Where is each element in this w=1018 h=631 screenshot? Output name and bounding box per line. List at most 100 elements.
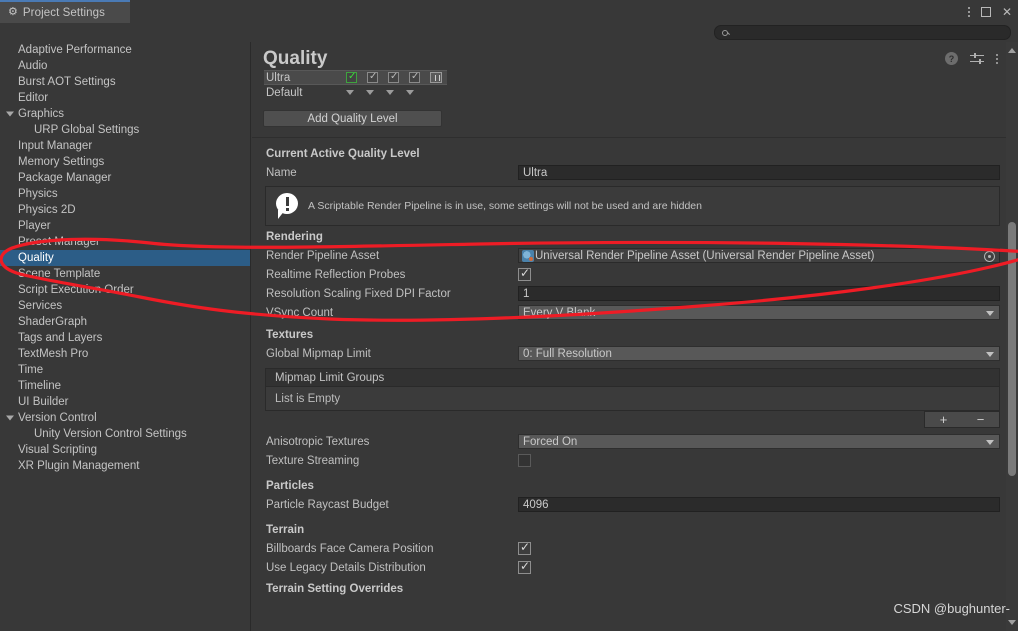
sidebar-item-version-control[interactable]: Version Control: [0, 410, 250, 426]
anisotropic-textures-dropdown[interactable]: Forced On: [518, 434, 1000, 449]
sidebar-item-quality[interactable]: Quality: [0, 250, 250, 266]
close-icon[interactable]: ✕: [1002, 6, 1012, 18]
sidebar-item-burst-aot-settings[interactable]: Burst AOT Settings: [0, 74, 250, 90]
resolution-scaling-input[interactable]: 1: [518, 286, 1000, 301]
page-title: Quality: [263, 48, 328, 69]
textures-section-header: Textures: [266, 329, 314, 341]
sidebar-item-adaptive-performance[interactable]: Adaptive Performance: [0, 42, 250, 58]
sidebar-item-textmesh-pro[interactable]: TextMesh Pro: [0, 346, 250, 362]
sidebar-item-label: TextMesh Pro: [18, 348, 89, 360]
sidebar-item-label: Adaptive Performance: [18, 44, 132, 56]
sidebar-item-timeline[interactable]: Timeline: [0, 378, 250, 394]
tab-project-settings[interactable]: ⚙ Project Settings: [0, 0, 130, 23]
sidebar-item-label: ShaderGraph: [18, 316, 88, 328]
name-input[interactable]: Ultra: [518, 165, 1000, 180]
particle-raycast-budget-input[interactable]: 4096: [518, 497, 1000, 512]
sidebar-item-physics-2d[interactable]: Physics 2D: [0, 202, 250, 218]
sidebar-item-input-manager[interactable]: Input Manager: [0, 138, 250, 154]
realtime-reflection-probes-checkbox[interactable]: [518, 266, 531, 281]
settings-sidebar[interactable]: Adaptive Performance Audio Burst AOT Setti…: [0, 42, 251, 631]
terrain-section-header: Terrain: [266, 524, 305, 536]
render-pipeline-asset-label: Render Pipeline Asset: [266, 249, 380, 262]
sidebar-item-label: Preset Manager: [18, 236, 100, 248]
sidebar-item-package-manager[interactable]: Package Manager: [0, 170, 250, 186]
sidebar-item-label: Time: [18, 364, 44, 376]
remove-mipmap-group-button[interactable]: −: [977, 412, 985, 427]
help-icon[interactable]: ?: [945, 52, 958, 65]
sidebar-item-tags-and-layers[interactable]: Tags and Layers: [0, 330, 250, 346]
maximize-icon[interactable]: [980, 6, 991, 17]
render-pipeline-asset-row: Render Pipeline Asset Universal Render P…: [252, 246, 1006, 265]
preset-settings-icon[interactable]: [970, 52, 984, 65]
sidebar-item-graphics[interactable]: Graphics: [0, 106, 250, 122]
anisotropic-textures-label: Anisotropic Textures: [266, 435, 370, 448]
global-mipmap-limit-row: Global Mipmap Limit 0: Full Resolution: [252, 344, 1006, 363]
title-bar: ⚙ Project Settings ✕: [0, 0, 1018, 23]
sidebar-item-time[interactable]: Time: [0, 362, 250, 378]
sidebar-item-scene-template[interactable]: Scene Template: [0, 266, 250, 282]
sidebar-item-audio[interactable]: Audio: [0, 58, 250, 74]
sidebar-item-xr-plugin-management[interactable]: XR Plugin Management: [0, 458, 250, 474]
sidebar-item-preset-manager[interactable]: Preset Manager: [0, 234, 250, 250]
name-label: Name: [266, 166, 297, 179]
sidebar-item-editor[interactable]: Editor: [0, 90, 250, 106]
current-active-quality-level-header: Current Active Quality Level: [266, 148, 420, 160]
quality-level-platform-checkbox[interactable]: [388, 71, 399, 83]
scroll-down-icon[interactable]: [1008, 620, 1016, 625]
chevron-down-icon[interactable]: [406, 90, 414, 95]
chevron-down-icon[interactable]: [346, 90, 354, 95]
sidebar-item-label: Physics: [18, 188, 58, 200]
sidebar-item-player[interactable]: Player: [0, 218, 250, 234]
sidebar-item-services[interactable]: Services: [0, 298, 250, 314]
texture-streaming-checkbox[interactable]: [518, 454, 531, 467]
warning-icon: [276, 193, 298, 219]
mipmap-limit-groups-buttons: + −: [924, 411, 1000, 428]
quality-level-platform-checkbox[interactable]: [409, 71, 420, 83]
chevron-down-icon[interactable]: [6, 415, 14, 421]
chevron-down-icon[interactable]: [386, 90, 394, 95]
scrollbar-thumb[interactable]: [1008, 222, 1016, 476]
sidebar-item-label: Version Control: [18, 412, 97, 424]
watermark: CSDN @bughunter-: [893, 601, 1010, 616]
trash-icon[interactable]: [430, 72, 442, 83]
chevron-down-icon: [986, 440, 994, 445]
realtime-reflection-probes-label: Realtime Reflection Probes: [266, 268, 406, 281]
sidebar-item-shadergraph[interactable]: ShaderGraph: [0, 314, 250, 330]
quality-level-platform-checkbox[interactable]: [346, 71, 357, 83]
billboards-face-camera-checkbox[interactable]: [518, 540, 531, 555]
quality-level-row-default[interactable]: Default: [264, 85, 447, 100]
quality-level-platform-checkbox[interactable]: [367, 71, 378, 83]
panel-toolbar: ?: [945, 52, 998, 65]
kebab-menu-icon[interactable]: [996, 53, 998, 64]
chevron-down-icon[interactable]: [6, 111, 14, 117]
vsync-count-dropdown[interactable]: Every V Blank: [518, 305, 1000, 320]
vertical-scrollbar[interactable]: [1006, 42, 1018, 631]
quality-level-row-ultra[interactable]: Ultra: [264, 70, 447, 85]
search-input[interactable]: [732, 27, 992, 38]
sidebar-item-script-execution-order[interactable]: Script Execution Order: [0, 282, 250, 298]
texture-streaming-label: Texture Streaming: [266, 454, 360, 467]
divider: [252, 137, 1006, 138]
add-mipmap-group-button[interactable]: +: [940, 412, 948, 427]
sidebar-item-label: Memory Settings: [18, 156, 105, 168]
add-quality-level-button[interactable]: Add Quality Level: [263, 110, 442, 127]
chevron-down-icon[interactable]: [366, 90, 374, 95]
sidebar-item-label: Input Manager: [18, 140, 93, 152]
object-picker-icon[interactable]: [984, 251, 995, 262]
quality-levels-grid[interactable]: Ultra Default: [264, 70, 447, 100]
global-mipmap-limit-dropdown[interactable]: 0: Full Resolution: [518, 346, 1000, 361]
sidebar-item-label: Scene Template: [18, 268, 101, 280]
sidebar-item-urp-global-settings[interactable]: URP Global Settings: [0, 122, 250, 138]
kebab-menu-icon[interactable]: [967, 6, 970, 17]
sidebar-item-memory-settings[interactable]: Memory Settings: [0, 154, 250, 170]
search-box[interactable]: [714, 25, 1011, 40]
render-pipeline-asset-field[interactable]: Universal Render Pipeline Asset (Univers…: [518, 248, 1000, 263]
scroll-up-icon[interactable]: [1008, 48, 1016, 53]
sidebar-item-label: URP Global Settings: [34, 124, 140, 136]
sidebar-item-ui-builder[interactable]: UI Builder: [0, 394, 250, 410]
sidebar-item-physics[interactable]: Physics: [0, 186, 250, 202]
legacy-details-checkbox[interactable]: [518, 559, 531, 574]
sidebar-item-unity-version-control-settings[interactable]: Unity Version Control Settings: [0, 426, 250, 442]
gear-icon: ⚙: [8, 6, 18, 18]
sidebar-item-visual-scripting[interactable]: Visual Scripting: [0, 442, 250, 458]
